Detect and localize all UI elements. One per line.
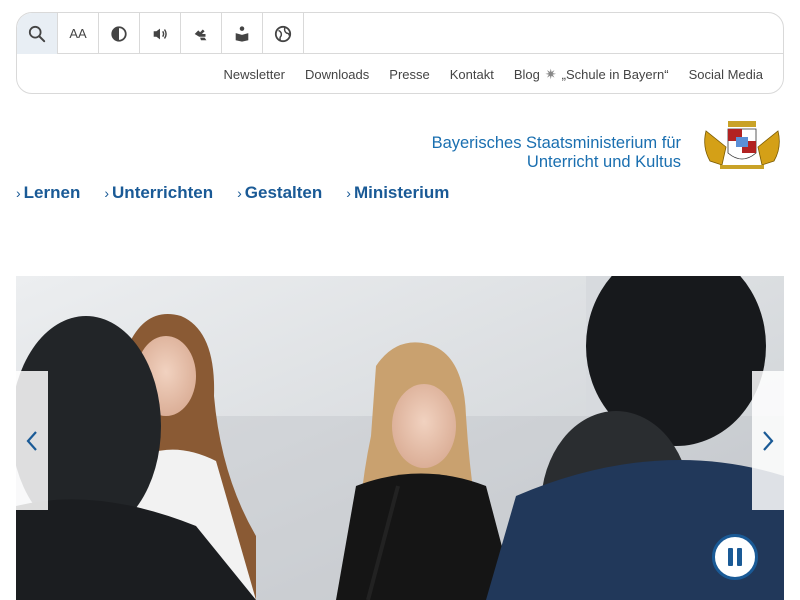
mainnav-label: Lernen [23, 183, 81, 202]
search-button[interactable] [17, 13, 58, 54]
slider-prev-button[interactable] [16, 371, 48, 510]
metanav-blog-label: Blog [513, 66, 540, 82]
easy-language-icon [235, 25, 249, 42]
ministry-name-line1: Bayerisches Staatsministerium für [431, 134, 681, 152]
hero-image [16, 276, 784, 600]
speaker-icon [153, 28, 167, 39]
mainnav-label: Gestalten [244, 183, 323, 202]
service-header: AA Newsletter Downloads Presse Kontakt B… [16, 12, 784, 94]
mainnav-gestalten[interactable]: › Gestalten [237, 183, 322, 203]
slider-next-button[interactable] [752, 371, 784, 510]
chevron-right-icon: › [16, 185, 21, 201]
font-size-icon: AA [69, 26, 87, 41]
metanav-downloads[interactable]: Downloads [305, 67, 369, 82]
easy-language-button[interactable] [222, 13, 263, 54]
metanav-newsletter[interactable]: Newsletter [224, 67, 285, 82]
bavaria-map-icon: ✷ [544, 65, 557, 82]
metanav-presse[interactable]: Presse [389, 67, 429, 82]
meta-navigation: Newsletter Downloads Presse Kontakt Blog… [17, 54, 783, 93]
slider-pause-button[interactable] [712, 534, 758, 580]
ministry-name-line2: Unterricht und Kultus [526, 153, 681, 171]
pause-icon [728, 548, 733, 566]
read-aloud-button[interactable] [140, 13, 181, 54]
chevron-right-icon: › [346, 185, 351, 201]
globe-icon [274, 25, 292, 42]
language-button[interactable] [263, 13, 304, 54]
chevron-right-icon: › [237, 185, 242, 201]
contrast-button[interactable] [99, 13, 140, 54]
mainnav-unterrichten[interactable]: › Unterrichten [104, 183, 213, 203]
coat-of-arms-logo[interactable] [700, 117, 784, 171]
sign-language-button[interactable] [181, 13, 222, 54]
font-size-button[interactable]: AA [58, 13, 99, 54]
search-icon [28, 25, 46, 42]
mainnav-lernen[interactable]: › Lernen [16, 183, 80, 203]
chevron-right-icon [763, 430, 774, 451]
pause-icon [737, 548, 742, 566]
accessibility-toolbar: AA [17, 13, 783, 54]
metanav-social-media[interactable]: Social Media [689, 67, 763, 82]
mainnav-label: Unterrichten [112, 183, 214, 202]
ministry-name[interactable]: Bayerisches Staatsministerium für Unterr… [432, 134, 681, 172]
hero-slider [16, 276, 784, 600]
contrast-icon [111, 25, 127, 42]
mainnav-label: Ministerium [353, 183, 450, 202]
metanav-blog-title: „Schule in Bayern“ [561, 66, 669, 82]
chevron-right-icon: › [104, 185, 110, 201]
main-navigation: › Lernen › Unterrichten › Gestalten › Minist… [16, 183, 449, 203]
chevron-left-icon [26, 430, 37, 451]
metanav-kontakt[interactable]: Kontakt [450, 67, 494, 82]
mainnav-ministerium[interactable]: › Ministerium [346, 183, 449, 203]
metanav-blog[interactable]: Blog ✷ „Schule in Bayern“ [514, 66, 669, 83]
sign-language-icon [194, 29, 207, 40]
